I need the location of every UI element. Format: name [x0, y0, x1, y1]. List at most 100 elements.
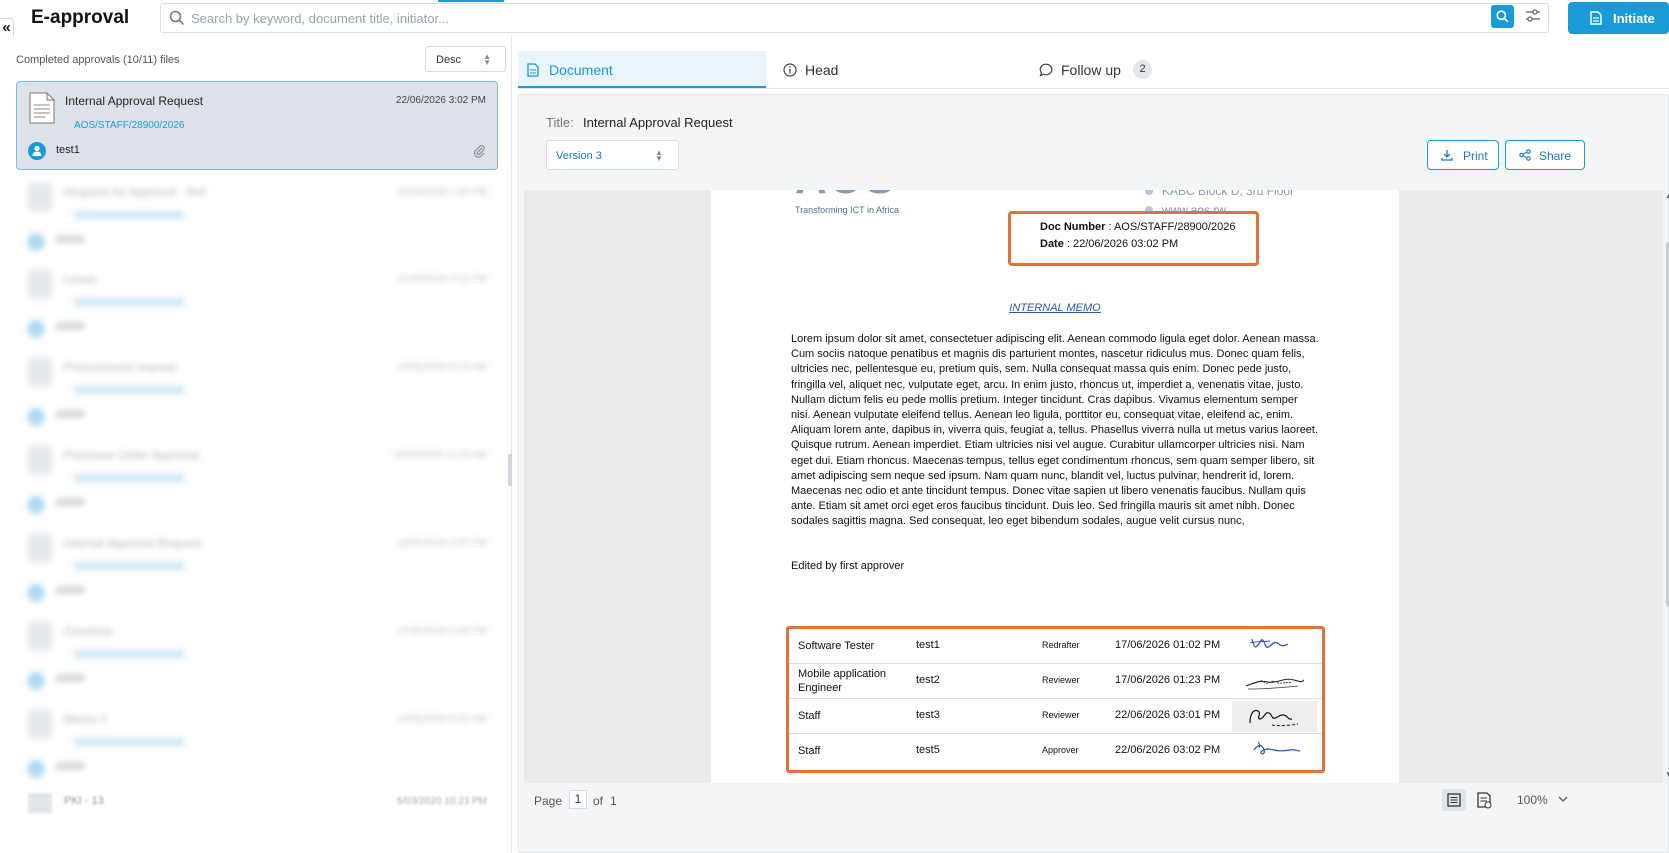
list-item[interactable]: Procurement request 20/06/2026 9:15 AM — [16, 348, 498, 437]
chevron-down-icon[interactable] — [1558, 795, 1568, 803]
location-icon — [1145, 190, 1153, 195]
signature-icon — [1245, 678, 1305, 690]
approver-title: Mobile application Engineer — [798, 668, 887, 694]
doc-date-label: Date — [1040, 238, 1064, 250]
zoom-level[interactable]: 100% — [1517, 793, 1548, 807]
tab-head[interactable]: Head — [774, 51, 1014, 88]
approval-date: 22/06/2026 03:01 PM — [1115, 709, 1221, 721]
list-item-ref — [74, 474, 184, 482]
version-value: Version 3 — [556, 150, 602, 162]
card-date: 22/06/2026 3:02 PM — [395, 95, 486, 106]
list-item[interactable]: Overtime 17/06/2026 5:44 PM — [16, 612, 498, 701]
search-submit-button[interactable] — [1491, 5, 1514, 28]
approver-role: Redrafter — [1042, 640, 1080, 650]
download-icon — [1441, 150, 1453, 161]
approval-card-active[interactable]: Internal Approval Request 22/06/2026 3:0… — [16, 81, 498, 170]
avatar — [28, 142, 46, 160]
list-item[interactable]: PKI - 13 5/03/2020 10:23 PM — [16, 790, 498, 820]
chat-bubble-icon — [1039, 63, 1053, 77]
doc-number-label: Doc Number — [1040, 221, 1106, 233]
approver-role: Approver — [1042, 745, 1079, 755]
list-item-title: Leave — [64, 272, 97, 286]
print-label: Print — [1463, 149, 1488, 163]
memo-note: Edited by first approver — [791, 560, 905, 572]
list-item-date: 17/06/2026 5:44 PM — [396, 626, 487, 637]
document-icon — [29, 92, 55, 124]
list-item[interactable]: Leave 21/06/2026 4:11 PM — [16, 260, 498, 349]
list-item-user — [55, 410, 85, 418]
list-item[interactable]: Request for Approval - Ref 22/06/2026 2:4… — [16, 173, 498, 262]
title-label: Title: — [546, 115, 574, 130]
approver-user: test3 — [916, 709, 940, 721]
user-icon — [32, 145, 42, 156]
list-item-date: 16/06/2026 8:31 AM — [397, 714, 487, 725]
avatar — [27, 408, 45, 426]
scroll-up-icon[interactable]: ▲ — [1665, 191, 1669, 200]
document-icon — [28, 446, 52, 474]
attachment-icon — [473, 145, 485, 158]
panel-resize-handle[interactable] — [508, 454, 512, 486]
memo-heading: INTERNAL MEMO — [1009, 302, 1101, 314]
table-row: Mobile application Engineer test2 Review… — [789, 664, 1322, 699]
document-icon — [1590, 11, 1602, 25]
approval-signatures-table: Software Tester test1 Redrafter 17/06/20… — [786, 626, 1325, 773]
tab-follow-up[interactable]: Follow up 2 — [1030, 51, 1270, 88]
tab-document[interactable]: Document — [518, 51, 766, 88]
viewer-scrollbar[interactable]: ▲ ▼ — [1664, 190, 1669, 783]
single-page-view-button[interactable] — [1442, 789, 1466, 811]
approver-title: Staff — [798, 745, 821, 757]
initiate-button[interactable]: Initiate — [1568, 2, 1669, 34]
signature-icon — [1232, 701, 1317, 732]
document-icon — [28, 793, 52, 813]
top-bar: « E-approval Initiate — [0, 0, 1669, 40]
list-item-title: Overtime — [64, 624, 113, 638]
version-select[interactable]: Version 3 ▲ ▼ — [546, 140, 679, 170]
approver-user: test1 — [916, 639, 940, 651]
list-item-ref — [74, 562, 184, 570]
search-box[interactable] — [160, 3, 1549, 33]
list-item[interactable]: Internal Approval Request 18/06/2026 2:07… — [16, 524, 498, 613]
list-item[interactable]: Purchase Order Approval 19/06/2026 11:20 … — [16, 436, 498, 525]
approver-role: Reviewer — [1042, 710, 1080, 720]
doc-number-line: Doc Number : AOS/STAFF/28900/2026 — [1040, 221, 1236, 233]
share-button[interactable]: Share — [1505, 140, 1585, 170]
document-tabs: Document Head Follow up 2 — [518, 51, 1669, 89]
card-user: test1 — [56, 144, 80, 156]
approval-date: 17/06/2026 01:02 PM — [1115, 639, 1221, 651]
list-item-user — [55, 762, 85, 770]
list-item-user — [55, 322, 85, 330]
table-row: Staff test3 Reviewer 22/06/2026 03:01 PM — [789, 699, 1322, 734]
doc-number-value: AOS/STAFF/28900/2026 — [1113, 221, 1236, 233]
list-item-date: 21/06/2026 4:11 PM — [397, 274, 487, 285]
list-item-ref — [74, 738, 184, 746]
sort-select[interactable]: Desc ▲ ▼ — [425, 46, 506, 72]
list-item[interactable]: Memo 2 16/06/2026 8:31 AM — [16, 700, 498, 789]
print-button[interactable]: Print — [1427, 140, 1499, 170]
doc-date-line: Date : 22/06/2026 03:02 PM — [1040, 238, 1179, 250]
approval-list-panel: Completed approvals (10/11) files Desc ▲… — [0, 36, 512, 853]
company-logo: AOS — [795, 190, 896, 198]
file-icon — [527, 63, 539, 77]
tab-label: Follow up — [1061, 62, 1121, 78]
text-view-button[interactable] — [1472, 789, 1496, 811]
search-input[interactable] — [191, 8, 1441, 28]
list-item-title: Request for Approval - Ref — [64, 185, 206, 199]
approver-role: Reviewer — [1042, 675, 1080, 685]
viewer-toolbar: Page 1 of 1 100% — [524, 785, 1663, 815]
page-number-input[interactable]: 1 — [569, 790, 587, 809]
filter-sliders-icon[interactable] — [1525, 8, 1541, 24]
select-arrows-icon: ▲ ▼ — [655, 148, 663, 163]
doc-date-value: 22/06/2026 03:02 PM — [1073, 238, 1179, 250]
approver-user: test2 — [916, 674, 940, 686]
list-item-user — [55, 498, 85, 506]
share-label: Share — [1539, 149, 1572, 163]
page-of-label: of — [593, 794, 604, 808]
info-icon — [783, 63, 797, 77]
card-title: Internal Approval Request — [65, 94, 204, 108]
list-item-user — [55, 235, 85, 243]
list-item-title: PKI - 13 — [64, 795, 104, 807]
pdf-viewer[interactable]: AOS Transforming ICT in Africa KABC Bloc… — [524, 190, 1663, 783]
scroll-down-icon[interactable]: ▼ — [1665, 770, 1669, 779]
page-view-icon — [1447, 793, 1461, 807]
document-icon — [28, 622, 52, 650]
